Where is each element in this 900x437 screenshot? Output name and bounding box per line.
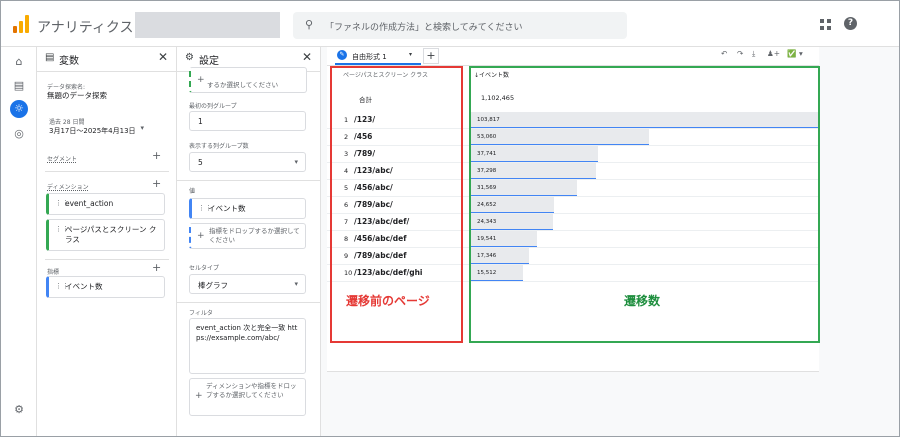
date-chevron-down-icon[interactable]: ▾ xyxy=(140,124,144,132)
drop-dimension-zone[interactable]: + するか選択してください xyxy=(189,67,307,93)
dimension-label: ページパスとスクリーン クラス xyxy=(65,225,157,244)
divider xyxy=(177,302,320,303)
close-variables-icon[interactable]: ✕ xyxy=(158,50,168,64)
settings-header: ⚙ 設定 ✕ xyxy=(177,47,320,69)
variables-title: 変数 xyxy=(59,56,79,67)
app-window: アナリティクス ⚲ 「ファネルの作成方法」と検索してみてください ? ⌂ ▤ ☼… xyxy=(0,0,900,437)
search-icon: ⚲ xyxy=(305,18,314,31)
first-row-group-label: 最初の列グループ xyxy=(189,103,237,110)
annotation-green-label: 遷移数 xyxy=(624,294,661,308)
segments-label: セグメント xyxy=(47,156,78,163)
date-custom-label: 過去 28 日間 xyxy=(49,119,85,126)
show-rows-value: 5 xyxy=(198,158,203,167)
tab-label: 自由形式 1 xyxy=(352,53,387,61)
add-metric-plus-icon[interactable]: + xyxy=(152,261,161,274)
edit-pencil-icon: ✎ xyxy=(337,50,347,60)
add-dimension-plus-icon[interactable]: + xyxy=(152,177,161,190)
variables-header: ▤ 変数 ✕ xyxy=(37,47,176,69)
exploration-name[interactable]: 無題のデータ探索 xyxy=(47,90,107,101)
annotation-red-label: 遷移前のページ xyxy=(346,294,430,308)
exploration-canvas: ✎ 自由形式 1 ▾ + ↶ ↷ ⤓ ♟+ ✅ ▾ ページパスとスクリーン クラ… xyxy=(321,47,899,436)
dimensions-label: ディメンション xyxy=(47,184,89,191)
dimension-chip-page-path[interactable]: ⋮⋮ ページパスとスクリーン クラス xyxy=(46,219,165,251)
settings-gear-icon: ⚙ xyxy=(185,52,194,63)
settings-icon[interactable]: ⚙ xyxy=(12,403,26,417)
value-metric-label: イベント数 xyxy=(208,204,246,213)
drop-filter-text: ディメンションや指標をドロップするか選択してください xyxy=(206,382,297,399)
tab-freeform-1[interactable]: ✎ 自由形式 1 ▾ xyxy=(335,48,421,65)
divider xyxy=(37,71,176,72)
chevron-down-icon[interactable]: ▾ xyxy=(409,51,412,58)
divider xyxy=(177,180,320,181)
add-segment-plus-icon[interactable]: + xyxy=(152,149,161,162)
value-metric-chip[interactable]: ⋮⋮ イベント数 xyxy=(189,198,306,219)
freeform-sheet: ✎ 自由形式 1 ▾ + ↶ ↷ ⤓ ♟+ ✅ ▾ ページパスとスクリーン クラ… xyxy=(327,47,820,372)
cell-type-select[interactable]: 棒グラフ ▾ xyxy=(189,274,306,294)
plus-icon: + xyxy=(197,231,205,241)
account-selector[interactable] xyxy=(135,12,280,38)
chevron-down-icon: ▾ xyxy=(294,280,298,288)
help-icon[interactable]: ? xyxy=(844,17,857,30)
drop-filter-zone[interactable]: + ディメンションや指標をドロップするか選択してください xyxy=(189,378,306,416)
drop-zone-text: するか選択してください xyxy=(207,81,279,89)
variables-icon: ▤ xyxy=(45,52,55,63)
chevron-down-icon: ▾ xyxy=(294,158,298,166)
plus-icon: + xyxy=(197,75,205,85)
filter-label: フィルタ xyxy=(189,310,213,317)
explore-icon[interactable]: ☼ xyxy=(10,100,28,118)
plus-icon: + xyxy=(195,391,203,401)
search-placeholder: 「ファネルの作成方法」と検索してみてください xyxy=(325,23,523,33)
dimension-label: event_action xyxy=(65,199,114,208)
first-row-group-input[interactable]: 1 xyxy=(189,111,306,131)
divider xyxy=(45,259,169,260)
chevron-down-icon[interactable]: ▾ xyxy=(799,49,803,58)
share-user-icon[interactable]: ♟+ xyxy=(767,49,780,58)
show-rows-select[interactable]: 5 ▾ xyxy=(189,152,306,172)
close-settings-icon[interactable]: ✕ xyxy=(302,50,312,64)
settings-title: 設定 xyxy=(199,56,219,67)
filter-text: event_action 次と完全一致 https://exsample.com… xyxy=(196,324,298,342)
cell-type-label: セルタイプ xyxy=(189,265,220,272)
check-status-icon[interactable]: ✅ xyxy=(787,49,796,58)
first-row-group-value: 1 xyxy=(198,117,203,126)
metrics-label: 指標 xyxy=(47,269,60,276)
divider xyxy=(45,171,169,172)
app-title: アナリティクス xyxy=(37,20,134,36)
variables-panel: ▤ 変数 ✕ データ探索名: 無題のデータ探索 過去 28 日間 3月17日～2… xyxy=(37,47,177,436)
show-rows-label: 表示する列グループ数 xyxy=(189,143,249,150)
reports-icon[interactable]: ▤ xyxy=(12,79,26,93)
settings-panel: ⚙ 設定 ✕ + するか選択してください 最初の列グループ 1 表示する列グルー… xyxy=(177,47,321,436)
redo-icon[interactable]: ↷ xyxy=(737,49,743,58)
drop-metric-zone[interactable]: + 指標をドロップするか選択してください xyxy=(189,223,306,249)
metric-label: イベント数 xyxy=(65,282,103,291)
top-bar: アナリティクス ⚲ 「ファネルの作成方法」と検索してみてください ? xyxy=(1,1,899,47)
metric-chip-event-count[interactable]: ⋮⋮ イベント数 xyxy=(46,276,165,298)
download-icon[interactable]: ⤓ xyxy=(752,49,755,59)
values-label: 値 xyxy=(189,188,196,195)
apps-grid-icon[interactable] xyxy=(820,19,831,30)
analytics-logo-icon xyxy=(13,15,29,33)
dimension-chip-event-action[interactable]: ⋮⋮ event_action xyxy=(46,193,165,215)
add-tab-button[interactable]: + xyxy=(423,48,439,64)
home-icon[interactable]: ⌂ xyxy=(12,55,26,69)
cell-type-value: 棒グラフ xyxy=(198,281,228,290)
advertising-icon[interactable]: ◎ xyxy=(12,127,26,141)
drop-metric-text: 指標をドロップするか選択してください xyxy=(209,227,300,244)
undo-icon[interactable]: ↶ xyxy=(721,49,727,58)
date-range[interactable]: 3月17日～2025年4月13日 xyxy=(49,126,136,136)
nav-rail: ⌂ ▤ ☼ ◎ ⚙ xyxy=(1,47,37,436)
search-bar[interactable]: ⚲ 「ファネルの作成方法」と検索してみてください xyxy=(293,12,627,39)
filter-chip[interactable]: event_action 次と完全一致 https://exsample.com… xyxy=(189,318,306,374)
